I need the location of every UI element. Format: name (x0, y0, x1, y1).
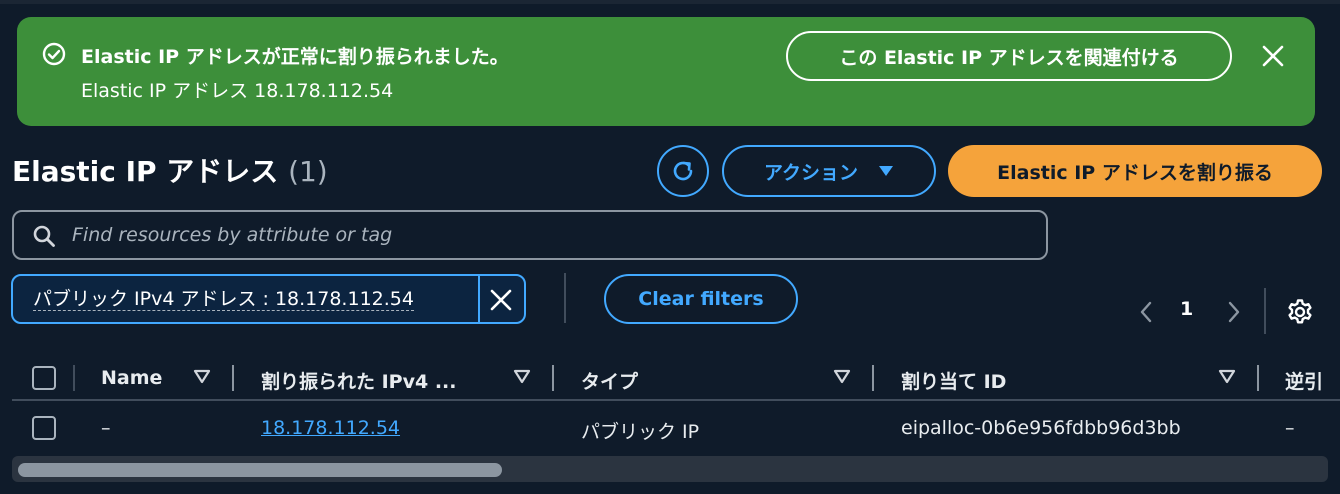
table-row: – 18.178.112.54 パブリック IP eipalloc-0b6e95… (12, 403, 1340, 453)
column-resize-handle[interactable] (232, 365, 234, 391)
pagination-divider (1264, 288, 1266, 334)
horizontal-scrollbar[interactable] (12, 456, 1328, 482)
select-all-checkbox[interactable] (32, 366, 56, 390)
current-page-number[interactable]: 1 (1180, 298, 1193, 320)
top-border (0, 0, 1340, 4)
flash-title: Elastic IP アドレスが正常に割り振られました。 (81, 46, 509, 68)
sort-caret-icon[interactable] (193, 368, 211, 386)
associate-elastic-ip-button[interactable]: この Elastic IP アドレスを関連付ける (786, 31, 1232, 81)
column-header-name[interactable]: Name (101, 367, 162, 389)
search-input[interactable] (72, 212, 1032, 258)
filter-token-divider (478, 276, 480, 322)
toolbar-divider (564, 273, 566, 323)
filter-token[interactable]: パブリック IPv4 アドレス : 18.178.112.54 (11, 274, 526, 324)
refresh-icon (673, 161, 693, 181)
clear-filters-button[interactable]: Clear filters (604, 274, 798, 324)
sort-caret-icon[interactable] (833, 368, 851, 386)
page-title: Elastic IP アドレス (1) (12, 150, 328, 190)
filter-token-label[interactable]: パブリック IPv4 アドレス : 18.178.112.54 (33, 288, 414, 311)
remove-filter-icon[interactable] (488, 287, 514, 313)
actions-label: アクション (763, 161, 859, 184)
sort-caret-icon[interactable] (1218, 368, 1236, 386)
column-header-allocation-id[interactable]: 割り当て ID (901, 367, 1006, 394)
previous-page-icon[interactable] (1136, 299, 1156, 325)
cell-allocation-id: eipalloc-0b6e956fdbb96d3bb (901, 417, 1181, 439)
column-resize-handle[interactable] (1257, 365, 1259, 391)
flash-subtitle: Elastic IP アドレス 18.178.112.54 (81, 80, 394, 102)
column-header-type[interactable]: タイプ (581, 367, 638, 394)
gear-icon[interactable] (1286, 298, 1314, 326)
column-resize-handle[interactable] (552, 365, 554, 391)
search-icon (33, 225, 55, 247)
allocate-elastic-ip-button[interactable]: Elastic IP アドレスを割り振る (948, 145, 1322, 197)
actions-dropdown-button[interactable]: アクション (722, 145, 936, 197)
column-divider (73, 365, 75, 391)
refresh-button[interactable] (657, 145, 709, 197)
caret-down-icon (879, 166, 894, 176)
table-header-row: Name 割り振られた IPv4 ... タイプ 割り当て ID 逆引 (12, 355, 1340, 401)
close-icon[interactable] (1260, 43, 1286, 69)
column-header-allocated-ipv4[interactable]: 割り振られた IPv4 ... (261, 367, 456, 394)
cell-type: パブリック IP (581, 421, 700, 443)
cell-name: – (101, 417, 111, 439)
row-checkbox[interactable] (32, 416, 56, 440)
cell-reverse-dns: – (1285, 417, 1295, 439)
success-flash-banner: Elastic IP アドレスが正常に割り振られました。 Elastic IP … (17, 17, 1315, 126)
search-box[interactable] (12, 210, 1048, 260)
cell-allocated-ip-link[interactable]: 18.178.112.54 (261, 417, 400, 439)
next-page-icon[interactable] (1224, 299, 1244, 325)
scrollbar-thumb[interactable] (18, 463, 502, 477)
item-count: (1) (288, 155, 328, 188)
check-circle-icon (42, 42, 66, 66)
column-resize-handle[interactable] (872, 365, 874, 391)
column-header-reverse-dns[interactable]: 逆引 (1285, 367, 1323, 394)
sort-caret-icon[interactable] (513, 368, 531, 386)
page-title-text: Elastic IP アドレス (12, 155, 279, 188)
